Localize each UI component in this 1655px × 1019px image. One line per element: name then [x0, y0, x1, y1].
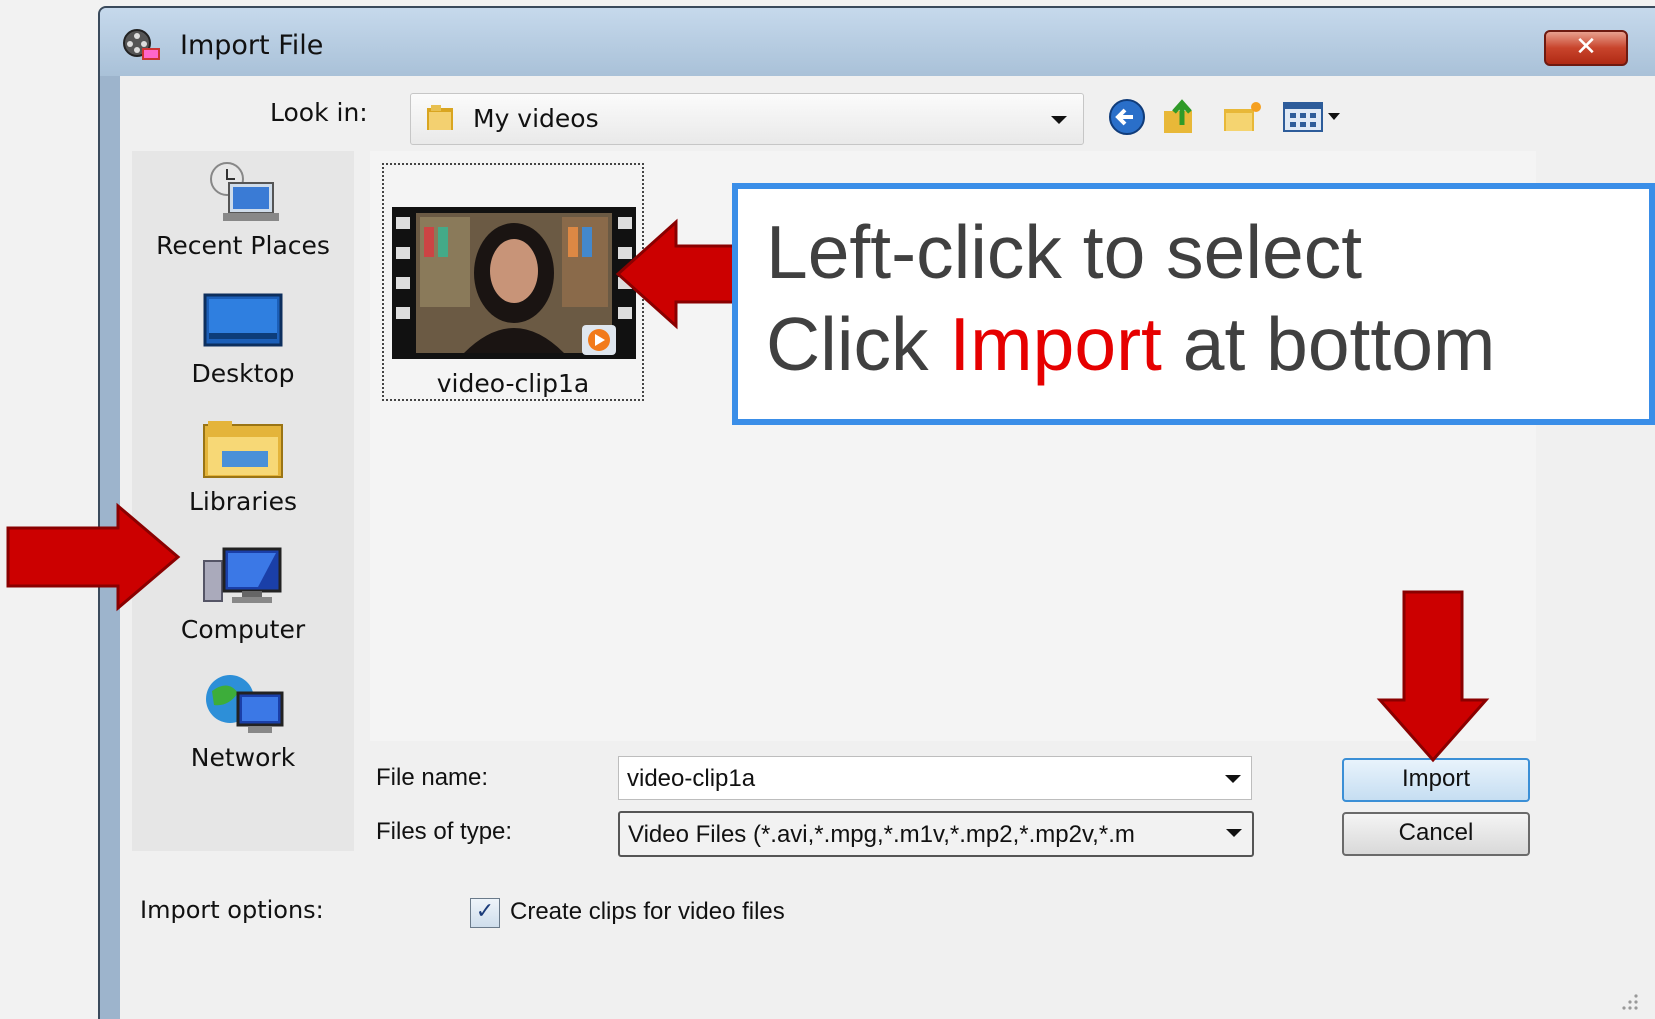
- arrow-right-icon: [6, 502, 181, 612]
- film-reel-icon: [123, 29, 160, 60]
- place-label: Desktop: [191, 359, 295, 388]
- instruction-callout: Left-click to select Click Import at bot…: [732, 183, 1655, 425]
- place-recent-places[interactable]: Recent Places: [132, 159, 354, 279]
- libraries-icon: [203, 421, 283, 478]
- callout-suffix: at bottom: [1161, 302, 1496, 386]
- import-file-dialog: Import File ✕ Look in: My videos Recent …: [98, 6, 1655, 1019]
- callout-highlight: Import: [949, 302, 1162, 386]
- arrow-left-icon: [615, 218, 738, 330]
- chevron-down-icon[interactable]: [1051, 116, 1067, 124]
- file-type-value: Video Files (*.avi,*.mpg,*.m1v,*.mp2,*.m…: [628, 821, 1135, 848]
- network-icon: [206, 675, 284, 733]
- computer-icon: [203, 547, 282, 603]
- back-icon[interactable]: [1105, 95, 1149, 139]
- video-thumbnail-icon: [392, 207, 636, 359]
- file-name-value: video-clip1a: [627, 765, 756, 792]
- place-label: Network: [190, 743, 296, 772]
- chevron-down-icon[interactable]: [1226, 829, 1242, 837]
- look-in-dropdown[interactable]: My videos: [410, 93, 1084, 145]
- new-folder-icon[interactable]: [1220, 95, 1264, 139]
- file-name-label: File name:: [376, 764, 489, 791]
- window-title: Import File: [180, 30, 324, 61]
- resize-grip-icon[interactable]: [1612, 984, 1642, 1014]
- file-name-label: video-clip1a: [436, 369, 590, 398]
- create-clips-label[interactable]: Create clips for video files: [510, 898, 785, 926]
- callout-line-2: Click Import at bottom: [766, 301, 1495, 387]
- cancel-button[interactable]: Cancel: [1342, 812, 1530, 856]
- arrow-down-icon: [1376, 590, 1490, 763]
- place-network[interactable]: Network: [132, 671, 354, 791]
- up-folder-icon[interactable]: [1160, 95, 1204, 139]
- file-type-label: Files of type:: [376, 818, 513, 845]
- title-bar[interactable]: Import File ✕: [100, 8, 1655, 76]
- import-options-label: Import options:: [140, 896, 324, 924]
- folder-icon: [427, 105, 453, 130]
- place-label: Computer: [180, 615, 306, 644]
- callout-line-1: Left-click to select: [766, 210, 1363, 294]
- callout-prefix: Click: [766, 302, 950, 386]
- look-in-label: Look in:: [270, 98, 368, 127]
- place-desktop[interactable]: Desktop: [132, 287, 354, 407]
- chevron-down-icon[interactable]: [1225, 775, 1241, 783]
- import-button[interactable]: Import: [1342, 758, 1530, 802]
- close-button[interactable]: ✕: [1544, 30, 1628, 66]
- recent-places-icon: [210, 162, 279, 221]
- view-menu-icon[interactable]: [1280, 95, 1350, 139]
- create-clips-checkbox[interactable]: ✓: [470, 898, 500, 928]
- file-item-video-clip1a[interactable]: video-clip1a: [382, 163, 644, 401]
- file-name-input[interactable]: video-clip1a: [618, 756, 1252, 800]
- place-label: Recent Places: [156, 231, 330, 260]
- look-in-value: My videos: [473, 104, 599, 133]
- file-type-select[interactable]: Video Files (*.avi,*.mpg,*.m1v,*.mp2,*.m…: [618, 811, 1254, 857]
- desktop-icon: [203, 293, 283, 347]
